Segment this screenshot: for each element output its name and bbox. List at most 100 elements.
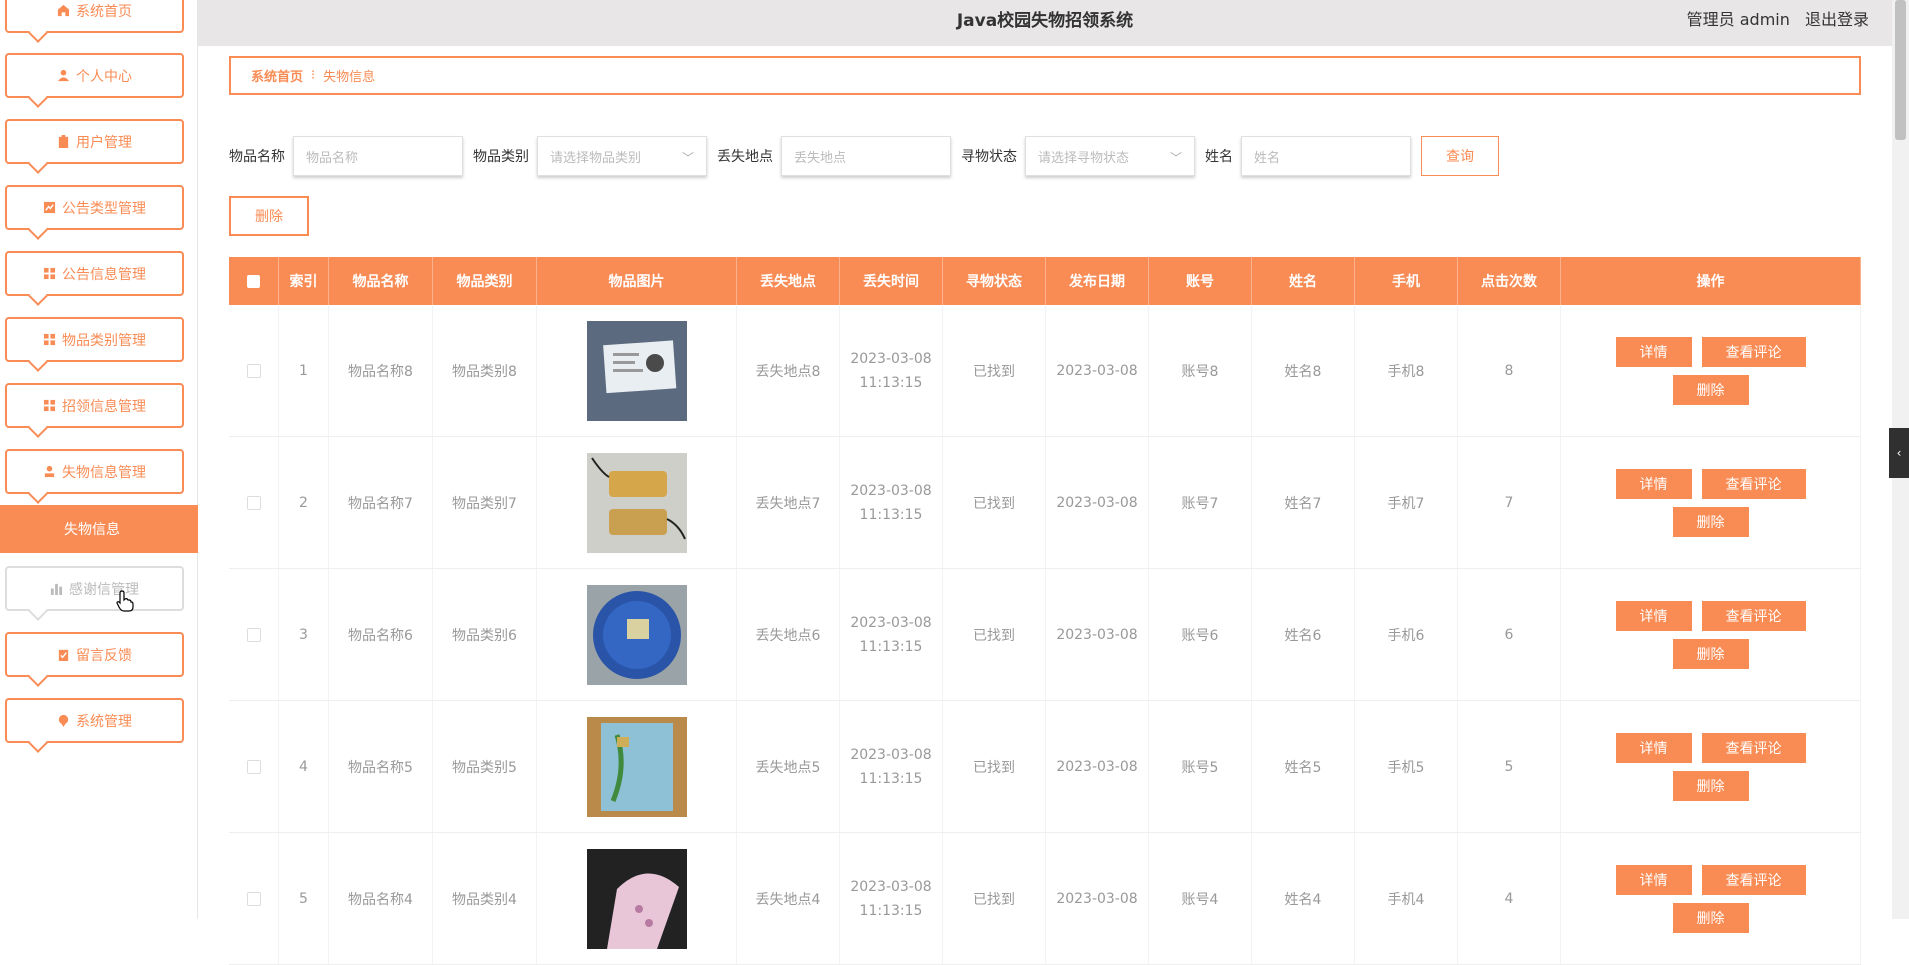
- item-type-label: 物品类别: [473, 149, 529, 165]
- sidebar-item-users[interactable]: 用户管理: [5, 119, 184, 174]
- table-row: 5 物品名称4 物品类别4 丢失地点4 2023-03-08 11:13:15 已找到 202…: [229, 833, 1861, 965]
- sidebar-item-label: 留言反馈: [76, 647, 132, 664]
- view-comments-button[interactable]: 查看评论: [1701, 732, 1806, 763]
- column-header[interactable]: 点击次数: [1458, 257, 1561, 305]
- sidebar: 系统首页 个人中心 用户管理 公告类型管理 公告信息管理 物品类别管理 招领信息…: [0, 0, 198, 919]
- breadcrumb: 系统首页 ⁝ 失物信息: [229, 56, 1861, 95]
- item-thumbnail[interactable]: [586, 716, 687, 817]
- search-status-select[interactable]: 请选择寻物状态 ﹀: [1025, 136, 1195, 176]
- cell-item-name: 物品名称5: [329, 701, 433, 832]
- cell-search-status: 已找到: [943, 701, 1046, 832]
- item-thumbnail[interactable]: [586, 848, 687, 949]
- cell-actions: 详情 查看评论删除: [1561, 833, 1861, 964]
- chevron-left-icon: ‹: [1896, 446, 1902, 460]
- view-comments-button[interactable]: 查看评论: [1701, 336, 1806, 367]
- detail-button[interactable]: 详情: [1615, 468, 1692, 499]
- row-checkbox[interactable]: [246, 495, 261, 510]
- view-comments-button[interactable]: 查看评论: [1701, 864, 1806, 895]
- sidebar-item-found[interactable]: 招领信息管理: [5, 383, 184, 438]
- chevron-down-icon: ﹀: [1169, 151, 1182, 165]
- sidebar-item-label: 公告类型管理: [62, 200, 146, 217]
- sidebar-subitem-lost-info[interactable]: 失物信息: [0, 505, 198, 553]
- user-area: 管理员 admin 退出登录: [1677, 6, 1869, 30]
- lost-date: 2023-03-08: [850, 614, 932, 631]
- row-select-cell[interactable]: [229, 305, 279, 436]
- person-name-input[interactable]: 姓名: [1241, 136, 1411, 176]
- column-header[interactable]: 姓名: [1252, 257, 1355, 305]
- view-comments-button[interactable]: 查看评论: [1701, 600, 1806, 631]
- detail-button[interactable]: 详情: [1615, 336, 1692, 367]
- select-all-checkbox[interactable]: [247, 274, 260, 288]
- lost-date: 2023-03-08: [850, 746, 932, 763]
- home-icon: [57, 4, 70, 17]
- cell-publish-date: 2023-03-08: [1046, 437, 1149, 568]
- cell-index: 2: [279, 437, 329, 568]
- cell-item-image: [537, 701, 737, 832]
- row-delete-button[interactable]: 删除: [1672, 638, 1749, 669]
- sidebar-item-item-types[interactable]: 物品类别管理: [5, 317, 184, 372]
- column-header[interactable]: 寻物状态: [943, 257, 1046, 305]
- sidebar-item-system[interactable]: 系统管理: [5, 698, 184, 753]
- item-thumbnail[interactable]: [586, 320, 687, 421]
- cell-item-type: 物品类别4: [433, 833, 537, 964]
- user-name: 管理员 admin: [1686, 10, 1790, 29]
- item-name-input[interactable]: 物品名称: [293, 136, 463, 176]
- row-delete-button[interactable]: 删除: [1672, 506, 1749, 537]
- sidebar-item-label: 公告信息管理: [62, 266, 146, 283]
- row-delete-button[interactable]: 删除: [1672, 902, 1749, 933]
- detail-button[interactable]: 详情: [1615, 600, 1692, 631]
- view-comments-button[interactable]: 查看评论: [1701, 468, 1806, 499]
- row-checkbox[interactable]: [246, 627, 261, 642]
- sidebar-item-thanks[interactable]: 感谢信管理: [5, 566, 184, 621]
- column-header[interactable]: 物品名称: [329, 257, 433, 305]
- column-header[interactable]: 物品类别: [433, 257, 537, 305]
- cell-search-status: 已找到: [943, 833, 1046, 964]
- detail-button[interactable]: 详情: [1615, 732, 1692, 763]
- cell-clicks: 6: [1458, 569, 1561, 700]
- sidebar-item-profile[interactable]: 个人中心: [5, 53, 184, 108]
- column-header[interactable]: 丢失地点: [737, 257, 840, 305]
- cell-publish-date: 2023-03-08: [1046, 833, 1149, 964]
- query-button[interactable]: 查询: [1421, 136, 1499, 176]
- column-header[interactable]: 账号: [1149, 257, 1252, 305]
- row-checkbox[interactable]: [246, 363, 261, 378]
- scrollbar-thumb[interactable]: [1895, 0, 1906, 140]
- lost-place-input[interactable]: 丢失地点: [781, 136, 951, 176]
- cell-actions: 详情 查看评论删除: [1561, 305, 1861, 436]
- column-header[interactable]: 丢失时间: [840, 257, 943, 305]
- header-select-all[interactable]: [229, 257, 279, 305]
- row-select-cell[interactable]: [229, 437, 279, 568]
- item-type-select[interactable]: 请选择物品类别 ﹀: [537, 136, 707, 176]
- cell-item-type: 物品类别8: [433, 305, 537, 436]
- column-header[interactable]: 手机: [1355, 257, 1458, 305]
- sidebar-item-feedback[interactable]: 留言反馈: [5, 632, 184, 687]
- collapse-panel-button[interactable]: ‹: [1889, 428, 1909, 478]
- column-header[interactable]: 物品图片: [537, 257, 737, 305]
- item-thumbnail[interactable]: [586, 584, 687, 685]
- lost-clock: 11:13:15: [859, 506, 923, 523]
- sidebar-item-home[interactable]: 系统首页: [5, 0, 184, 43]
- breadcrumb-home[interactable]: 系统首页: [251, 66, 303, 85]
- row-checkbox[interactable]: [246, 891, 261, 906]
- row-select-cell[interactable]: [229, 701, 279, 832]
- row-checkbox[interactable]: [246, 759, 261, 774]
- breadcrumb-current: 失物信息: [323, 70, 376, 85]
- lost-date: 2023-03-08: [850, 878, 932, 895]
- detail-button[interactable]: 详情: [1615, 864, 1692, 895]
- cell-person-name: 姓名5: [1252, 701, 1355, 832]
- column-header[interactable]: 索引: [279, 257, 329, 305]
- cell-search-status: 已找到: [943, 569, 1046, 700]
- logout-link[interactable]: 退出登录: [1805, 10, 1869, 29]
- sidebar-item-notices[interactable]: 公告信息管理: [5, 251, 184, 306]
- row-select-cell[interactable]: [229, 833, 279, 964]
- row-delete-button[interactable]: 删除: [1672, 374, 1749, 405]
- lost-date: 2023-03-08: [850, 482, 932, 499]
- item-thumbnail[interactable]: [586, 452, 687, 553]
- row-select-cell[interactable]: [229, 569, 279, 700]
- delete-selected-button[interactable]: 删除: [229, 196, 309, 236]
- row-delete-button[interactable]: 删除: [1672, 770, 1749, 801]
- column-header[interactable]: 发布日期: [1046, 257, 1149, 305]
- cell-clicks: 4: [1458, 833, 1561, 964]
- sidebar-item-lost[interactable]: 失物信息管理: [5, 449, 184, 504]
- sidebar-item-notice-types[interactable]: 公告类型管理: [5, 185, 184, 240]
